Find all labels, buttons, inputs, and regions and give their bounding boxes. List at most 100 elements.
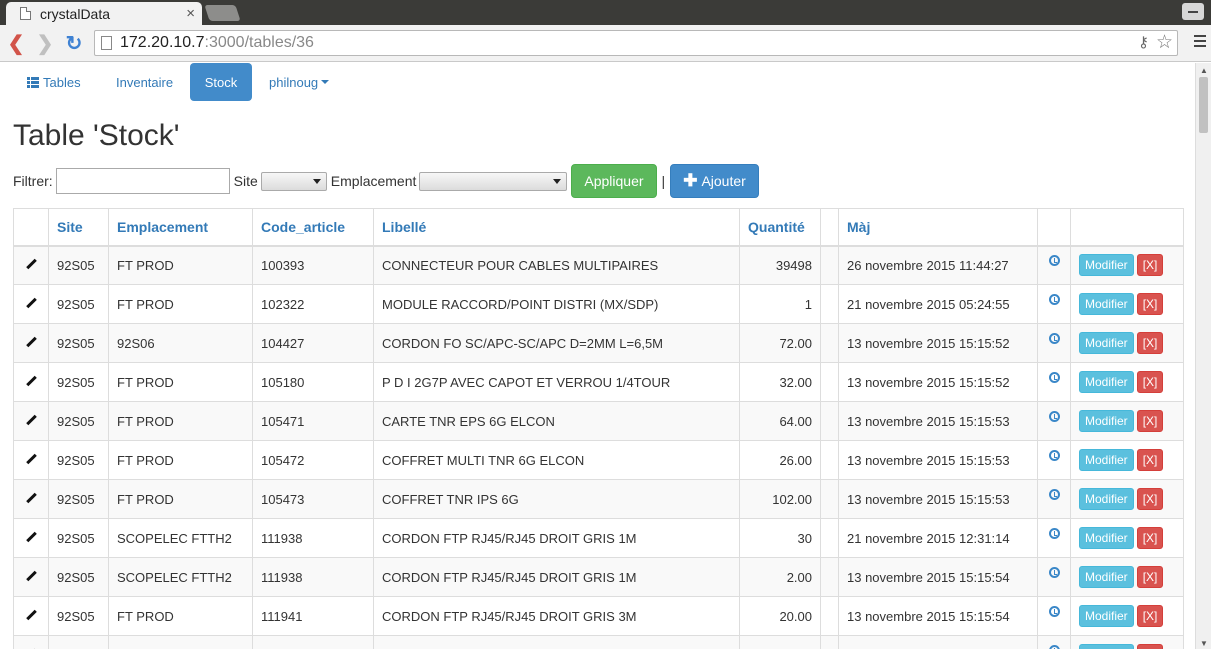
reload-icon[interactable]: ↻ [62, 30, 86, 56]
bookmark-star-icon[interactable]: ☆ [1156, 31, 1173, 54]
actions-cell: Modifier [X] [1070, 596, 1184, 636]
pencil-icon[interactable] [26, 571, 37, 582]
delete-button[interactable]: [X] [1136, 371, 1164, 393]
delete-button[interactable]: [X] [1136, 254, 1164, 277]
modify-button[interactable]: Modifier [1079, 527, 1134, 549]
window-minimize-button[interactable] [1182, 3, 1204, 20]
history-cell [1037, 284, 1071, 324]
nav-user-menu[interactable]: philnoug [256, 63, 342, 101]
header-code-article[interactable]: Code_article [252, 208, 374, 247]
cell-code-article: 104427 [252, 323, 374, 363]
cell-quantite: 26.00 [739, 440, 821, 480]
nav-tables[interactable]: Tables [14, 63, 94, 101]
site-label: Site [233, 173, 258, 189]
delete-button[interactable]: [X] [1136, 332, 1164, 354]
history-cell [1037, 440, 1071, 480]
clock-icon[interactable] [1048, 488, 1060, 500]
cell-site: 92S05 [48, 440, 109, 480]
clock-icon[interactable] [1048, 410, 1060, 422]
modify-button[interactable]: Modifier [1079, 605, 1134, 627]
delete-button[interactable]: [X] [1136, 527, 1164, 549]
page-scrollbar[interactable]: ▲ ▼ [1195, 63, 1211, 649]
history-cell [1037, 518, 1071, 558]
clock-icon[interactable] [1048, 605, 1060, 617]
pencil-icon[interactable] [26, 259, 37, 270]
nav-tables-label: Tables [43, 74, 81, 90]
filter-input[interactable] [55, 168, 230, 194]
delete-button[interactable]: [X] [1136, 566, 1164, 588]
cell-site: 92S05 [48, 479, 109, 519]
delete-button[interactable]: [X] [1136, 449, 1164, 471]
modify-button[interactable]: Modifier [1079, 254, 1134, 277]
cell-emplacement: FT PROD [108, 284, 253, 324]
pencil-icon[interactable] [26, 454, 37, 465]
cell-blank [820, 596, 839, 636]
clock-icon[interactable] [1048, 332, 1060, 344]
delete-button[interactable]: [X] [1136, 605, 1164, 627]
pencil-icon[interactable] [26, 493, 37, 504]
pencil-icon[interactable] [26, 337, 37, 348]
delete-button[interactable]: [X] [1136, 293, 1164, 315]
filter-bar: Filtrer: Site Emplacement Appliquer | ✚ … [13, 164, 759, 198]
header-quantite[interactable]: Quantité [739, 208, 821, 247]
scroll-thumb[interactable] [1199, 77, 1208, 133]
delete-button[interactable]: [X] [1136, 488, 1164, 510]
clock-icon[interactable] [1048, 449, 1060, 461]
cell-emplacement: FT PROD [108, 362, 253, 402]
pencil-icon[interactable] [26, 532, 37, 543]
edit-cell [13, 479, 49, 519]
cell-libelle: COFFRET TNR IPS 6G [373, 479, 740, 519]
modify-button[interactable]: Modifier [1079, 449, 1134, 471]
modify-button[interactable]: Modifier [1079, 644, 1134, 649]
clock-icon[interactable] [1048, 254, 1060, 266]
cell-maj: 13 novembre 2015 15:15:54 [838, 596, 1038, 636]
scroll-up-icon[interactable]: ▲ [1200, 66, 1208, 75]
browser-tab[interactable]: crystalData × [6, 2, 202, 25]
back-arrow-icon[interactable]: ❮ [4, 30, 28, 56]
modify-button[interactable]: Modifier [1079, 293, 1134, 315]
header-libelle[interactable]: Libellé [373, 208, 740, 247]
key-icon[interactable]: ⚷ [1138, 33, 1149, 51]
pencil-icon[interactable] [26, 298, 37, 309]
pencil-icon[interactable] [26, 376, 37, 387]
modify-button[interactable]: Modifier [1079, 488, 1134, 510]
header-emplacement[interactable]: Emplacement [108, 208, 253, 247]
forward-arrow-icon[interactable]: ❯ [33, 30, 57, 56]
clock-icon[interactable] [1048, 527, 1060, 539]
nav-inventaire[interactable]: Inventaire [103, 63, 186, 101]
emplacement-select[interactable] [419, 171, 568, 191]
clock-icon[interactable] [1048, 644, 1060, 649]
actions-cell: Modifier [X] [1070, 362, 1184, 402]
cell-maj [838, 635, 1038, 649]
header-site[interactable]: Site [48, 208, 109, 247]
cell-code-article: 111938 [252, 557, 374, 597]
header-maj[interactable]: Màj [838, 208, 1038, 247]
modify-button[interactable]: Modifier [1079, 566, 1134, 588]
add-button-label: Ajouter [701, 173, 746, 189]
tab-close-icon[interactable]: × [186, 5, 195, 22]
cell-quantite: 1 [739, 284, 821, 324]
clock-icon[interactable] [1048, 371, 1060, 383]
apply-button[interactable]: Appliquer [571, 164, 657, 198]
nav-stock[interactable]: Stock [190, 63, 252, 101]
clock-icon[interactable] [1048, 293, 1060, 305]
clock-icon[interactable] [1048, 566, 1060, 578]
browser-menu-icon[interactable] [1194, 35, 1206, 47]
add-button[interactable]: ✚ Ajouter [670, 164, 759, 198]
modify-button[interactable]: Modifier [1079, 332, 1134, 354]
emplacement-label: Emplacement [330, 173, 417, 189]
actions-cell: Modifier [X] [1070, 401, 1184, 441]
scroll-down-icon[interactable]: ▼ [1200, 639, 1208, 648]
delete-button[interactable]: [X] [1136, 644, 1164, 649]
site-select[interactable] [260, 171, 327, 191]
pencil-icon[interactable] [26, 415, 37, 426]
pencil-icon[interactable] [26, 610, 37, 621]
modify-button[interactable]: Modifier [1079, 410, 1134, 432]
actions-cell: Modifier [X] [1070, 557, 1184, 597]
delete-button[interactable]: [X] [1136, 410, 1164, 432]
address-bar[interactable]: 172.20.10.7:3000/tables/36 ⚷ ☆ [94, 30, 1178, 56]
modify-button[interactable]: Modifier [1079, 371, 1134, 393]
table-row: 92S05 SCOPELEC FTTH2 111938 CORDON FTP R… [13, 557, 1184, 597]
cell-site: 92S05 [48, 518, 109, 558]
new-tab-button[interactable] [204, 5, 241, 21]
